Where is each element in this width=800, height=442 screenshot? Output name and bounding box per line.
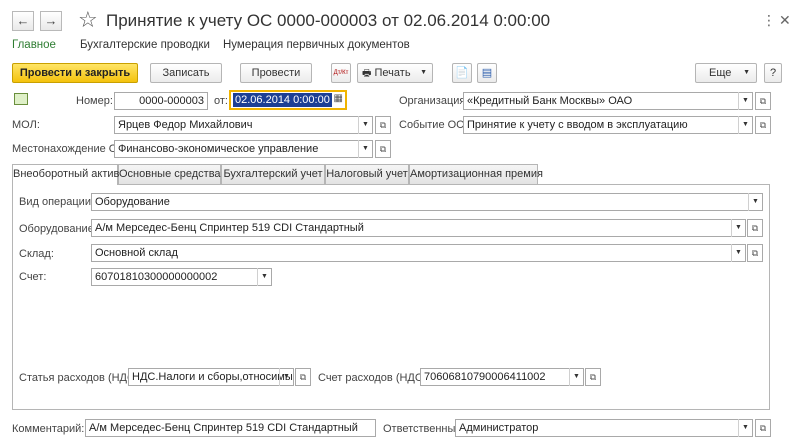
event-label: Событие ОС: [399,119,468,131]
open-icon[interactable]: ⧉ [755,419,771,437]
open-icon[interactable]: ⧉ [375,140,391,158]
print-button[interactable]: 🖶 Печать ▼ [357,63,433,83]
chevron-down-icon[interactable]: ▼ [569,368,583,386]
more-icon[interactable]: ⋮ [762,12,776,29]
help-button[interactable]: ? [764,63,782,83]
close-icon[interactable]: ✕ [779,12,791,29]
dtkt-icon[interactable]: Дт/Кт [331,63,351,83]
operation-label: Вид операции: [19,196,95,208]
document-icon[interactable]: 📄 [452,63,472,83]
more-button[interactable]: Еще ▼ [695,63,757,83]
chevron-down-icon: ▼ [420,69,427,76]
vat-item-label: Статья расходов (НДС): [19,372,142,384]
number-field[interactable]: 0000-000003 [114,92,208,110]
comment-field[interactable]: А/м Мерседес-Бенц Спринтер 519 CDI Станд… [85,419,376,437]
chevron-down-icon[interactable]: ▼ [738,92,752,110]
forward-button[interactable]: → [40,11,62,31]
calendar-icon[interactable]: ▦ [334,93,343,104]
comment-label: Комментарий: [12,423,85,435]
responsible-label: Ответственный: [383,423,465,435]
chevron-down-icon[interactable]: ▼ [358,116,372,134]
chevron-down-icon[interactable]: ▼ [738,419,752,437]
printer-icon: 🖶 [362,68,372,79]
vat-account-label: Счет расходов (НДС): [318,372,430,384]
report-icon[interactable]: ▤ [477,63,497,83]
chevron-down-icon[interactable]: ▼ [358,140,372,158]
more-label: Еще [709,67,732,79]
event-field[interactable]: Принятие к учету с вводом в эксплуатацию [463,116,753,134]
post-and-close-button[interactable]: Провести и закрыть [12,63,138,83]
back-button[interactable]: ← [12,11,34,31]
section-accounting-entries[interactable]: Бухгалтерские проводки [80,39,210,51]
tab-tax[interactable]: Налоговый учет [325,164,409,184]
star-icon[interactable]: ☆ [78,8,98,32]
open-icon[interactable]: ⧉ [755,116,771,134]
chevron-down-icon[interactable]: ▼ [257,268,271,286]
vat-account-field[interactable]: 70606810790006411002 [420,368,584,386]
section-numbering[interactable]: Нумерация первичных документов [223,39,410,51]
mol-field[interactable]: Ярцев Федор Михайлович [114,116,373,134]
account-label: Счет: [19,271,47,283]
arrow-left-icon: ← [16,13,30,28]
date-value: 02.06.2014 0:00:00 [233,93,332,107]
page-title: Принятие к учету ОС 0000-000003 от 02.06… [106,11,551,30]
chevron-down-icon[interactable]: ▼ [731,244,745,262]
tab-accounting[interactable]: Бухгалтерский учет [221,164,325,184]
chevron-down-icon[interactable]: ▼ [738,116,752,134]
location-label: Местонахождение ОС: [12,143,129,155]
chevron-down-icon[interactable]: ▼ [748,193,762,211]
mol-label: МОЛ: [12,119,40,131]
post-button[interactable]: Провести [240,63,312,83]
tab-main-assets[interactable]: Основные средства [118,164,221,184]
open-icon[interactable]: ⧉ [295,368,311,386]
tab-fixed-asset[interactable]: Внеоборотный актив [12,164,119,185]
operation-field[interactable]: Оборудование [91,193,763,211]
equipment-field[interactable]: А/м Мерседес-Бенц Спринтер 519 CDI Станд… [91,219,746,237]
number-label: Номер: [76,95,113,107]
date-label: от: [214,95,228,107]
account-field[interactable]: 60701810300000000002 [91,268,272,286]
open-icon[interactable]: ⧉ [375,116,391,134]
print-label: Печать [374,67,411,79]
date-field[interactable]: 02.06.2014 0:00:00 ▦ [229,90,347,110]
chevron-down-icon[interactable]: ▼ [279,368,293,386]
warehouse-label: Склад: [19,248,54,260]
chevron-down-icon: ▼ [743,69,750,76]
section-main[interactable]: Главное [12,39,56,51]
arrow-right-icon: → [44,13,58,28]
document-status-icon [14,93,28,105]
chevron-down-icon[interactable]: ▼ [731,219,745,237]
responsible-field[interactable]: Администратор [455,419,753,437]
location-field[interactable]: Финансово-экономическое управление [114,140,373,158]
open-icon[interactable]: ⧉ [585,368,601,386]
open-icon[interactable]: ⧉ [755,92,771,110]
organization-label: Организация: [399,95,469,107]
organization-field[interactable]: «Кредитный Банк Москвы» ОАО [463,92,753,110]
tab-depreciation-bonus[interactable]: Амортизационная премия [409,164,543,184]
warehouse-field[interactable]: Основной склад [91,244,746,262]
equipment-label: Оборудование: [19,223,97,235]
save-button[interactable]: Записать [150,63,222,83]
open-icon[interactable]: ⧉ [747,244,763,262]
vat-item-field[interactable]: НДС.Налоги и сборы,относимые н [128,368,294,386]
open-icon[interactable]: ⧉ [747,219,763,237]
